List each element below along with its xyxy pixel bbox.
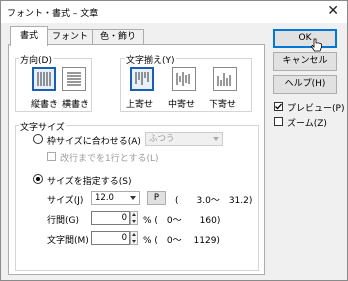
cancel-button[interactable]: キャンセル	[273, 52, 337, 71]
line-spacing-spinner[interactable]	[130, 211, 138, 225]
line-spacing-range: % ( 0〜 160)	[143, 216, 221, 226]
tab-color[interactable]: 色・飾り	[92, 29, 144, 45]
align-top-label: 上寄せ	[126, 100, 154, 110]
alignment-label: 文字揃え(Y)	[125, 53, 176, 66]
char-spacing-label: 文字間(M)	[47, 236, 89, 246]
size-range: ( 3.0〜 31.2)	[175, 196, 253, 206]
fit-size-combo: ふつう	[145, 132, 223, 146]
horizontal-writing-label: 横書き	[62, 100, 90, 110]
zoom-label: ズーム(Z)	[287, 119, 327, 129]
direction-label: 方向(D)	[19, 53, 53, 66]
align-top-icon	[135, 72, 149, 85]
char-spacing-spinner[interactable]	[130, 231, 138, 245]
size-combo[interactable]: 12.0	[91, 191, 140, 205]
format-panel: 方向(D) 縦書き 横書き 文字揃え(Y) 上寄せ 中寄せ 下寄せ 文字サイズ …	[8, 44, 265, 275]
vertical-writing-label: 縦書き	[31, 100, 59, 110]
close-icon[interactable]: ✕	[327, 3, 339, 19]
fit-frame-label: 枠サイズに合わせる(A)	[47, 137, 141, 147]
align-middle-icon	[176, 72, 190, 86]
line-spacing-label: 行間(G)	[47, 216, 79, 226]
help-button[interactable]: ヘルプ(H)	[273, 75, 337, 94]
line-spacing-input[interactable]: 0	[91, 211, 130, 225]
specify-size-label: サイズを指定する(S)	[47, 177, 132, 187]
dialog-window: フォント・書式 – 文章 ✕ 書式 フォント 色・飾り 方向(D) 縦書き 横書…	[0, 0, 348, 281]
char-spacing-input[interactable]: 0	[91, 231, 130, 245]
size-label: サイズ(J)	[47, 196, 84, 206]
char-spacing-range: % ( 0〜 1129)	[143, 236, 220, 246]
shrink-option-label: 改行までを1行とする(L)	[60, 154, 159, 164]
specify-size-radio[interactable]	[33, 174, 43, 184]
horizontal-text-icon	[67, 72, 81, 86]
window-title: フォント・書式 – 文章	[7, 9, 99, 19]
font-size-label: 文字サイズ	[19, 120, 66, 133]
dropdown-arrow-icon	[130, 196, 136, 200]
align-bottom-icon	[217, 73, 231, 86]
title-bar: フォント・書式 – 文章 ✕	[1, 1, 347, 23]
horizontal-writing-button[interactable]	[62, 67, 86, 91]
fit-frame-radio[interactable]	[33, 134, 43, 144]
shrink-option-checkbox	[47, 152, 56, 161]
align-top-button[interactable]	[130, 67, 154, 91]
align-bottom-label: 下寄せ	[209, 100, 237, 110]
vertical-text-icon	[37, 72, 51, 86]
dropdown-arrow-icon	[213, 137, 219, 141]
preview-checkbox[interactable]	[274, 102, 283, 111]
tab-font[interactable]: フォント	[46, 29, 94, 45]
fit-size-value: ふつう	[149, 134, 175, 144]
vertical-writing-button[interactable]	[32, 67, 56, 91]
check-icon	[275, 103, 282, 110]
align-bottom-button[interactable]	[213, 67, 237, 91]
size-value: 12.0	[95, 193, 114, 203]
ok-button[interactable]: OK	[273, 29, 337, 48]
align-middle-label: 中寄せ	[168, 100, 196, 110]
align-middle-button[interactable]	[172, 67, 196, 91]
radio-dot	[36, 177, 40, 181]
p-button[interactable]: P	[147, 191, 166, 205]
preview-label: プレビュー(P)	[287, 104, 345, 114]
tab-format[interactable]: 書式	[10, 26, 48, 46]
zoom-checkbox[interactable]	[274, 117, 283, 126]
